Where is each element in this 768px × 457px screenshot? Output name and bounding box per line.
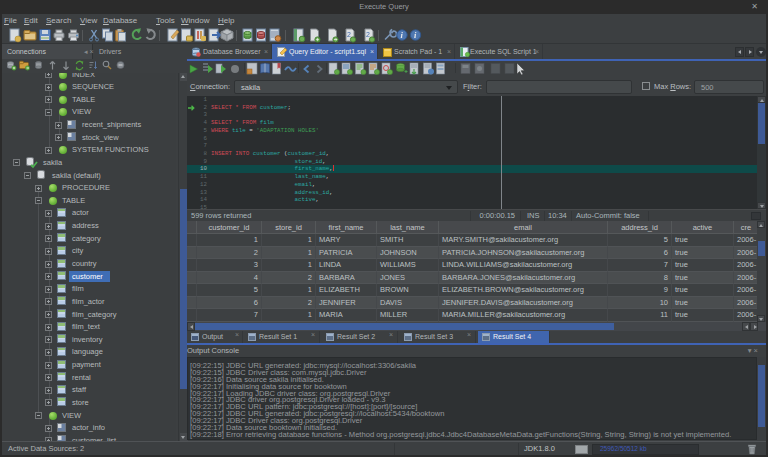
svg-text:2: 2 (366, 31, 370, 38)
svg-text:2: 2 (347, 31, 351, 38)
